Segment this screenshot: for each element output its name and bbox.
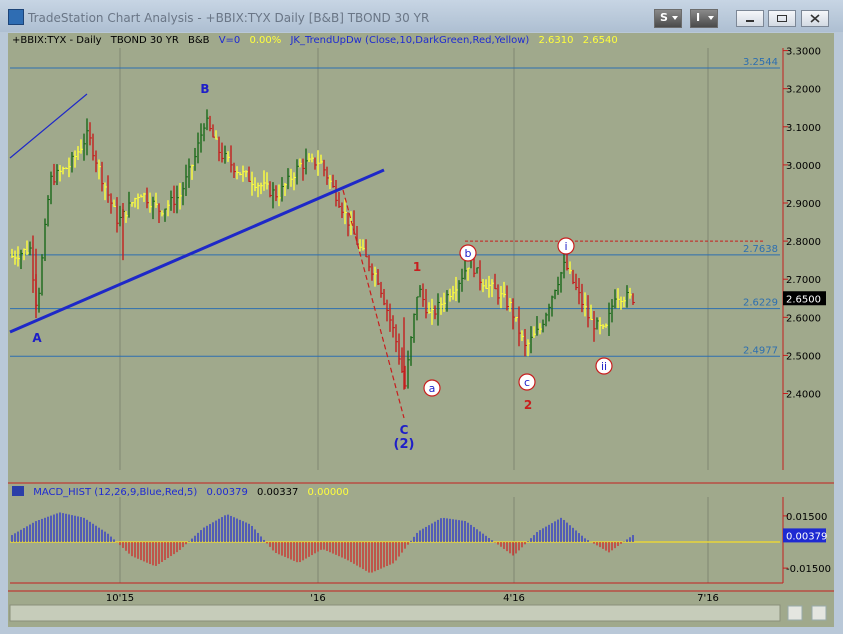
- price-tick-label: 2.8000: [786, 237, 821, 248]
- chart-canvas[interactable]: 3.25442.76382.62292.4977 ABC(2)12abciii …: [0, 0, 843, 634]
- macd-value-3: 0.00000: [307, 487, 349, 498]
- legend-volume: V=0: [218, 35, 241, 46]
- price-tick-label: 3.0000: [786, 161, 821, 172]
- price-bars: [11, 109, 635, 390]
- legend-description: TBOND 30 YR: [110, 35, 179, 46]
- date-tick-label: 7'16: [697, 593, 719, 604]
- price-tick-label: 2.6000: [786, 313, 821, 324]
- horizontal-scrollbar[interactable]: [9, 604, 781, 622]
- legend-value-1: 2.6310: [538, 35, 574, 46]
- level-label: 2.6229: [743, 298, 778, 309]
- legend-tag: B&B: [187, 35, 210, 46]
- wave-label-c: c: [524, 376, 530, 389]
- date-tick-label: '16: [310, 593, 325, 604]
- date-tick-label: 4'16: [503, 593, 525, 604]
- price-legend: +BBIX:TYX - Daily TBOND 30 YR B&B V=0 0.…: [12, 35, 624, 46]
- price-tick-label: 2.9000: [786, 199, 821, 210]
- scroll-right-button[interactable]: [787, 605, 803, 621]
- scroll-end-button[interactable]: [811, 605, 827, 621]
- support-trendline: [9, 168, 385, 334]
- price-tick-label: 3.3000: [786, 47, 821, 58]
- wave-label-a: a: [429, 382, 436, 395]
- wave-label-i: i: [564, 240, 567, 253]
- date-tick-label: 10'15: [106, 593, 134, 604]
- upper-trendline: [9, 93, 88, 159]
- wave-label-2-paren: (2): [394, 437, 415, 452]
- macd-value-1: 0.00379: [206, 487, 248, 498]
- annotations: ABC(2)12abciii: [9, 82, 613, 452]
- macd-histogram: [10, 512, 780, 573]
- legend-value-2: 2.6540: [582, 35, 618, 46]
- wave-dashed-line: [342, 189, 405, 419]
- price-tick-label: 3.2000: [786, 85, 821, 96]
- level-lines: 3.2544 2.7638 2.6229 2.4977: [10, 57, 780, 357]
- wave-label-1: 1: [413, 260, 421, 274]
- legend-symbol: +BBIX:TYX - Daily: [12, 35, 102, 46]
- macd-tick-label: 0.01500: [786, 512, 827, 523]
- level-label: 3.2544: [743, 57, 778, 68]
- level-label: 2.7638: [743, 244, 778, 255]
- level-label: 2.4977: [743, 345, 778, 356]
- legend-pct: 0.00%: [249, 35, 282, 46]
- macd-legend: MACD_HIST (12,26,9,Blue,Red,5) 0.00379 0…: [12, 486, 355, 498]
- macd-label: MACD_HIST (12,26,9,Blue,Red,5): [33, 487, 198, 498]
- macd-tick-label: -0.01500: [786, 564, 831, 575]
- price-tick-label: 3.1000: [786, 123, 821, 134]
- wave-label-b: b: [465, 247, 472, 260]
- wave-label-2: 2: [524, 398, 532, 412]
- wave-label-C: C: [400, 423, 409, 437]
- wave-label-ii: ii: [601, 360, 607, 373]
- price-tick-label: 2.4000: [786, 390, 821, 401]
- price-tick-label: 2.5000: [786, 351, 821, 362]
- current-macd-label: 0.00379: [786, 531, 827, 542]
- price-tick-label: 2.7000: [786, 275, 821, 286]
- macd-indicator-icon[interactable]: [12, 486, 24, 496]
- grid: [8, 48, 834, 592]
- wave-label-A: A: [32, 331, 42, 345]
- legend-indicator: JK_TrendUpDw (Close,10,DarkGreen,Red,Yel…: [290, 35, 530, 46]
- current-price-label: 2.6500: [786, 294, 821, 305]
- wave-label-B: B: [200, 82, 209, 96]
- macd-value-2: 0.00337: [257, 487, 299, 498]
